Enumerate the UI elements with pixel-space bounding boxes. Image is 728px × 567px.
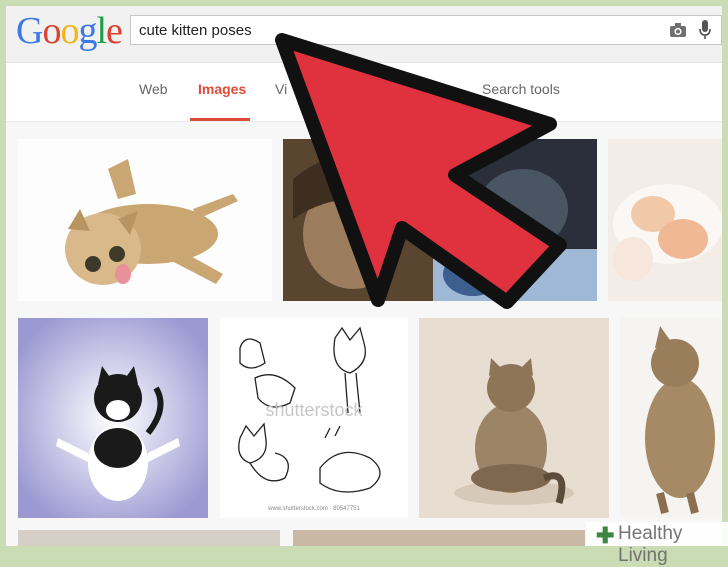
logo-letter: o — [60, 10, 79, 52]
google-logo[interactable]: Google — [16, 9, 123, 53]
image-result[interactable] — [608, 139, 722, 301]
plus-icon: ✚ — [596, 523, 615, 548]
microphone-icon[interactable] — [699, 20, 711, 40]
logo-letter: l — [96, 10, 107, 52]
tab-videos[interactable]: Vi — [275, 81, 287, 97]
search-box — [130, 15, 722, 45]
search-header: Google — [6, 6, 722, 63]
image-result[interactable] — [283, 139, 597, 301]
logo-letter: G — [16, 10, 43, 52]
image-result[interactable] — [18, 318, 208, 518]
image-result[interactable]: shutterstock www.shutterstock.com · 8054… — [220, 318, 408, 518]
image-result[interactable] — [18, 530, 280, 546]
image-result[interactable] — [419, 318, 609, 518]
watermark-label: Healthy Living — [618, 523, 683, 566]
search-input[interactable] — [139, 19, 639, 41]
tab-images[interactable]: Images — [198, 81, 246, 97]
active-tab-indicator — [190, 118, 250, 121]
image-result[interactable] — [620, 318, 722, 518]
logo-letter: o — [42, 10, 61, 52]
camera-icon[interactable] — [669, 22, 687, 38]
stock-watermark-text: shutterstock — [265, 400, 363, 420]
tab-search-tools[interactable]: Search tools — [482, 81, 560, 97]
image-result[interactable] — [293, 530, 585, 546]
healthy-living-watermark: ✚ Healthy Living — [586, 522, 728, 566]
logo-letter: e — [106, 10, 123, 52]
browser-frame: Google Web Images Vi Search tools — [6, 6, 722, 546]
search-tabs: Web Images Vi Search tools — [6, 63, 722, 122]
stock-id-text: www.shutterstock.com · 80547751 — [267, 506, 360, 512]
image-result[interactable] — [18, 139, 272, 301]
image-results-grid: shutterstock www.shutterstock.com · 8054… — [6, 122, 722, 546]
logo-letter: g — [78, 10, 97, 52]
tab-web[interactable]: Web — [139, 81, 168, 97]
